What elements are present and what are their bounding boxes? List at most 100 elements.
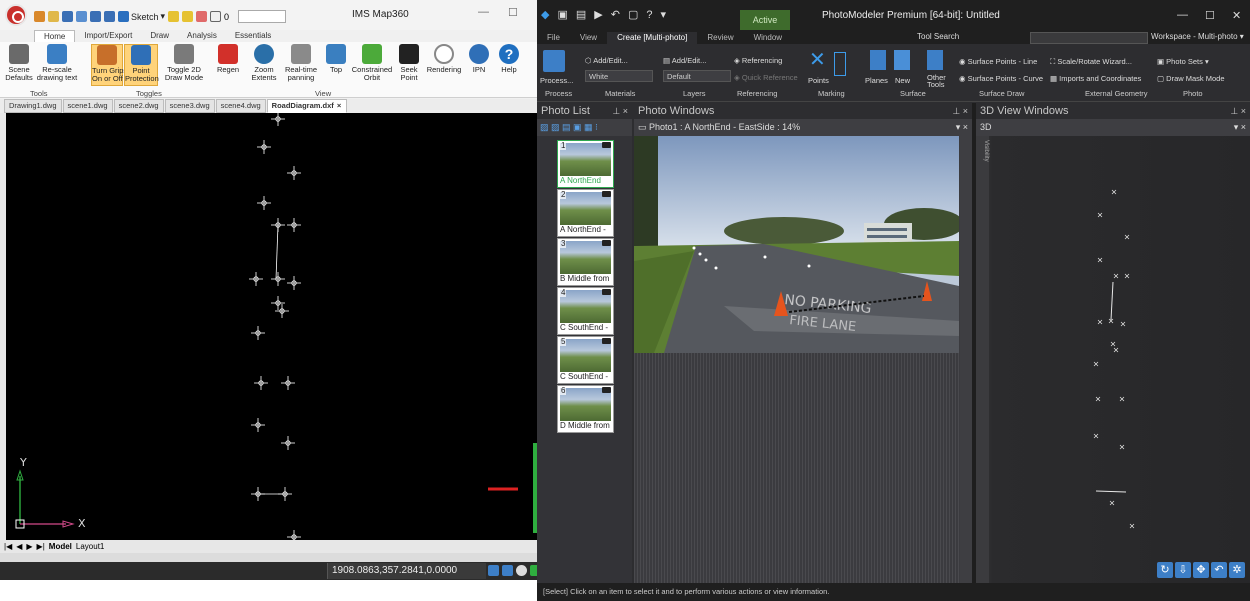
lock-icon[interactable] bbox=[196, 11, 208, 22]
photo-tab[interactable]: ▭ Photo1 : A NorthEnd - EastSide : 14% bbox=[638, 122, 800, 132]
ipn-button[interactable]: IPN bbox=[468, 44, 490, 74]
workspace-dropdown[interactable]: Workspace - Multi-photo ▾ bbox=[1151, 32, 1244, 41]
pm-undo-icon[interactable]: ↶ bbox=[611, 8, 620, 21]
active-badge[interactable]: Active bbox=[740, 10, 790, 30]
tab-create-multiphoto[interactable]: Create [Multi-photo] bbox=[607, 32, 698, 44]
photo-thumb[interactable]: 5 C SouthEnd - bbox=[557, 336, 614, 384]
nav-first-icon[interactable]: |◀ bbox=[4, 542, 12, 551]
constrained-orbit-button[interactable]: Constrained Orbit bbox=[350, 44, 394, 82]
nav-last-icon[interactable]: ▶| bbox=[37, 542, 45, 551]
close-icon[interactable]: × bbox=[337, 101, 341, 110]
ortho-icon[interactable] bbox=[530, 565, 537, 576]
pm-close-button[interactable]: ✕ bbox=[1232, 9, 1241, 22]
photo-thumb[interactable]: 2 A NorthEnd - bbox=[557, 189, 614, 237]
help-button[interactable]: ? Help bbox=[497, 44, 521, 74]
save-icon[interactable] bbox=[62, 11, 73, 22]
rescale-text-button[interactable]: Re-scale drawing text bbox=[35, 44, 79, 82]
layer-dropdown[interactable] bbox=[238, 10, 287, 23]
top-view-button[interactable]: Top bbox=[325, 44, 347, 74]
tab-view[interactable]: View bbox=[570, 32, 607, 44]
minimize-button[interactable]: — bbox=[478, 6, 489, 18]
materials-dropdown[interactable]: White bbox=[585, 70, 653, 82]
process-button[interactable]: Process... bbox=[540, 76, 573, 85]
tab-analysis[interactable]: Analysis bbox=[178, 30, 226, 42]
pm-qat-dropdown-icon[interactable]: ▾ bbox=[661, 8, 667, 21]
tab-file[interactable]: File bbox=[537, 32, 570, 44]
photo-thumb[interactable]: 3 B Middle from bbox=[557, 238, 614, 286]
pin-close-icon[interactable]: ⊥ × bbox=[952, 103, 968, 119]
snap-icon[interactable] bbox=[488, 565, 499, 576]
redo-icon[interactable] bbox=[104, 11, 115, 22]
nav-prev-icon[interactable]: ◀ bbox=[16, 542, 22, 551]
layers-add-button[interactable]: ▤ Add/Edit... bbox=[663, 56, 706, 65]
photo-vertical-scrollbar[interactable] bbox=[960, 136, 972, 583]
pm-window-icon[interactable]: ▢ bbox=[628, 8, 638, 21]
pm-minimize-button[interactable]: — bbox=[1177, 9, 1188, 21]
new-surface-button[interactable]: New bbox=[895, 76, 910, 85]
square-icon[interactable] bbox=[210, 11, 222, 22]
quick-reference-button[interactable]: ◈ Quick Reference bbox=[734, 73, 798, 82]
pm-save-icon[interactable]: ▣ bbox=[557, 8, 567, 21]
other-tools-button[interactable]: Other Tools bbox=[927, 74, 946, 89]
save-as-icon[interactable] bbox=[76, 11, 87, 22]
photo-thumb[interactable]: 1 A NorthEnd bbox=[557, 140, 614, 188]
regen-button[interactable]: Regen bbox=[215, 44, 241, 74]
visibility-bar[interactable]: Visibility bbox=[976, 136, 989, 583]
tab-home[interactable]: Home bbox=[34, 30, 76, 42]
pin-close-icon[interactable]: ⊥ × bbox=[1230, 103, 1246, 119]
surface-points-line-button[interactable]: ◉ Surface Points - Line bbox=[959, 57, 1037, 66]
scene-defaults-button[interactable]: Scene Defaults bbox=[4, 44, 34, 82]
tab-window[interactable]: Window bbox=[744, 32, 792, 44]
tab-model[interactable]: Model bbox=[49, 542, 72, 551]
doc-tab-scene3[interactable]: scene3.dwg bbox=[164, 99, 215, 113]
turn-grips-button[interactable]: Turn Grips On or Off bbox=[91, 44, 127, 86]
lightbulb-icon[interactable] bbox=[168, 11, 180, 22]
toggle-2d-button[interactable]: Toggle 2D Draw Mode bbox=[163, 44, 205, 82]
photo-view[interactable]: NO PARKING FIRE LANE bbox=[634, 136, 959, 353]
pm-select-icon[interactable]: ▶ bbox=[594, 8, 602, 21]
undo-view-icon[interactable]: ↶ bbox=[1211, 562, 1227, 578]
doc-tab-scene1[interactable]: scene1.dwg bbox=[62, 99, 113, 113]
scale-rotate-button[interactable]: ⛶ Scale/Rotate Wizard... bbox=[1050, 57, 1132, 66]
view3d-tab-close-icon[interactable]: ▾ × bbox=[1234, 119, 1246, 136]
realtime-panning-button[interactable]: Real-time panning bbox=[283, 44, 319, 82]
tool-search-input[interactable] bbox=[1030, 32, 1148, 44]
doc-tab-drawing1[interactable]: Drawing1.dwg bbox=[4, 99, 62, 113]
tab-essentials[interactable]: Essentials bbox=[226, 30, 280, 42]
materials-add-button[interactable]: ⬡ Add/Edit... bbox=[585, 56, 628, 65]
seek-point-button[interactable]: Seek Point bbox=[396, 44, 422, 82]
tab-draw[interactable]: Draw bbox=[141, 30, 178, 42]
workspace-selector[interactable]: Sketch ▾ bbox=[118, 11, 165, 22]
open-folder-icon[interactable] bbox=[48, 11, 59, 22]
imports-coordinates-button[interactable]: ▦ Imports and Coordinates bbox=[1050, 74, 1141, 83]
pm-help-icon[interactable]: ? bbox=[646, 9, 652, 21]
draw-mask-mode-button[interactable]: ▢ Draw Mask Mode bbox=[1157, 74, 1225, 83]
pan-down-icon[interactable]: ⇩ bbox=[1175, 562, 1191, 578]
maximize-button[interactable]: ☐ bbox=[508, 6, 518, 19]
grid-icon[interactable] bbox=[502, 565, 513, 576]
referencing-button[interactable]: ◈ Referencing bbox=[734, 56, 782, 65]
layers-dropdown[interactable]: Default bbox=[663, 70, 731, 82]
tab-review[interactable]: Review bbox=[697, 32, 743, 44]
settings-icon[interactable]: ✲ bbox=[1229, 562, 1245, 578]
photo-tab-close-icon[interactable]: ▾ × bbox=[956, 119, 968, 136]
planes-button[interactable]: Planes bbox=[865, 76, 888, 85]
horizontal-scrollbar[interactable] bbox=[0, 553, 537, 562]
new-file-icon[interactable] bbox=[34, 11, 45, 22]
points-button[interactable]: Points bbox=[808, 76, 829, 85]
pm-maximize-button[interactable]: ☐ bbox=[1205, 9, 1215, 22]
photo-thumb[interactable]: 6 D Middle from bbox=[557, 385, 614, 433]
marking-arrow-icon[interactable] bbox=[834, 52, 846, 76]
doc-tab-roaddiagram[interactable]: RoadDiagram.dxf × bbox=[266, 99, 348, 113]
drawing-canvas[interactable]: Y X bbox=[6, 113, 537, 540]
tab-import-export[interactable]: Import/Export bbox=[75, 30, 141, 42]
photo-list-tool-icons[interactable]: ▨ ▨ ▤ ▣ ▦ ⁝ bbox=[537, 122, 598, 132]
view3d-tab-label[interactable]: 3D bbox=[980, 122, 992, 132]
move-icon[interactable]: ✥ bbox=[1193, 562, 1209, 578]
zoom-extents-button[interactable]: Zoom Extents bbox=[247, 44, 281, 82]
undo-icon[interactable] bbox=[90, 11, 101, 22]
pm-photo-icon[interactable]: ▤ bbox=[576, 8, 586, 21]
photo-sets-button[interactable]: ▣ Photo Sets ▾ bbox=[1157, 57, 1209, 66]
surface-points-curve-button[interactable]: ◉ Surface Points - Curve bbox=[959, 74, 1043, 83]
photo-thumb[interactable]: 4 C SouthEnd - bbox=[557, 287, 614, 335]
